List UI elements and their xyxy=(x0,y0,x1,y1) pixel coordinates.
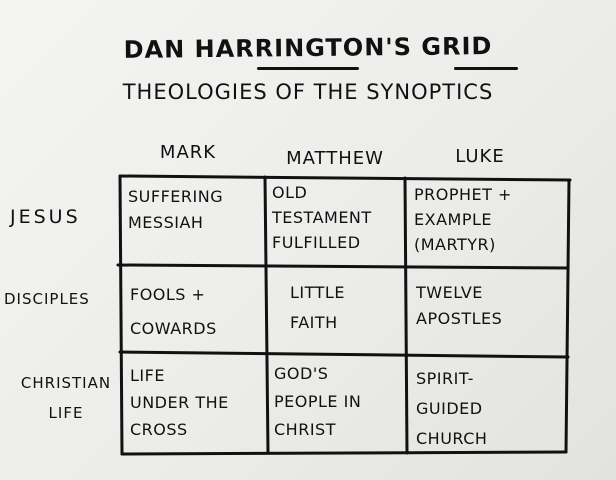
grid-line-right xyxy=(564,178,571,454)
cell-matthew-jesus: OLD TESTAMENT FULFILLED xyxy=(272,183,372,252)
cell-matthew-christian-life: GOD'S PEOPLE IN CHRIST xyxy=(274,364,362,439)
cell-luke-disciples: TWELVE APOSTLES xyxy=(416,283,503,328)
page-subtitle: THEOLOGIES OF THE SYNOPTICS xyxy=(122,80,494,104)
title-underline-grid xyxy=(454,67,518,70)
column-header-luke: LUKE xyxy=(455,146,505,167)
grid-line-mid2 xyxy=(118,350,570,359)
cell-mark-christian-life: LIFE UNDER THE CROSS xyxy=(130,366,229,439)
grid-line-v2 xyxy=(403,176,409,455)
grid-line-mid1 xyxy=(116,263,570,270)
cell-mark-disciples: FOOLS + COWARDS xyxy=(130,285,217,338)
row-header-disciples: DISCIPLES xyxy=(4,290,90,308)
grid-line-left xyxy=(118,174,124,456)
cell-matthew-disciples: LITTLE FAITH xyxy=(290,283,345,332)
row-header-christian-life: CHRISTIAN LIFE xyxy=(20,374,112,422)
grid-line-bottom xyxy=(120,450,568,456)
cell-mark-jesus: SUFFERING MESSIAH xyxy=(128,187,224,232)
grid-line-v1 xyxy=(263,175,270,455)
column-header-mark: MARK xyxy=(159,142,217,163)
title-underline-harrington xyxy=(257,67,359,70)
cell-luke-jesus: PROPHET + EXAMPLE (MARTYR) xyxy=(414,185,512,254)
row-header-jesus: JESUS xyxy=(10,206,81,228)
cell-luke-christian-life: SPIRIT- GUIDED CHURCH xyxy=(416,369,488,448)
column-header-matthew: MATTHEW xyxy=(286,148,384,169)
